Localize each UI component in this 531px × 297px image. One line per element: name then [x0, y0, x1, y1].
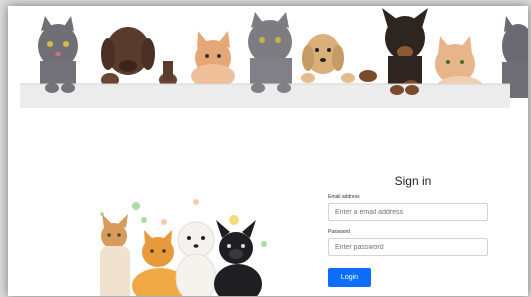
cats-and-dogs-illustration [88, 194, 278, 296]
golden-puppy-image [301, 34, 355, 83]
pets-banner-image [8, 6, 528, 108]
black-tan-dog-image [359, 8, 428, 94]
login-form: Sign in Email address Password Login [328, 174, 498, 287]
brown-dog-image [101, 27, 177, 87]
sign-in-heading: Sign in [394, 174, 432, 188]
tabby-cat-illustration [100, 214, 130, 296]
browser-window: Sign in Email address Password Login [8, 6, 528, 296]
login-button[interactable]: Login [328, 268, 371, 287]
white-fluffy-dog-illustration [175, 221, 217, 296]
password-input[interactable] [328, 238, 488, 256]
french-bulldog-illustration [214, 220, 262, 296]
email-label: Email address [328, 194, 360, 200]
email-input[interactable] [328, 203, 488, 221]
ginger-kitten-image [191, 31, 235, 88]
password-label: Password [328, 229, 350, 235]
